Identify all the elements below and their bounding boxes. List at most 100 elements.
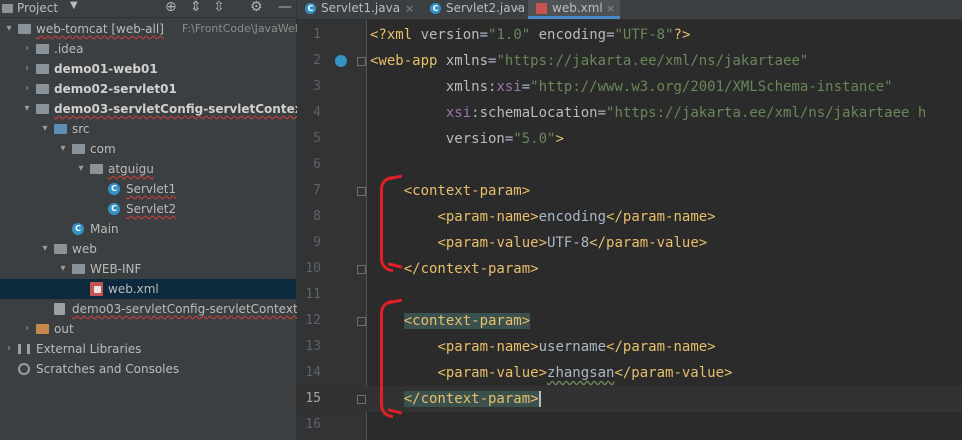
chevron-right-icon[interactable]: ›: [4, 339, 14, 359]
package-icon: [72, 144, 85, 154]
code-line: </context-param>: [370, 386, 541, 412]
text-caret: [538, 391, 541, 407]
line-number: 15: [305, 391, 321, 406]
tree-item-atguigu[interactable]: ▾ atguigu: [0, 159, 296, 179]
code-token: <?xml: [370, 27, 421, 43]
hide-panel-icon[interactable]: —: [278, 0, 292, 15]
tree-item-demo03-servletconfig-servletcontext[interactable]: ▾ demo03-servletConfig-servletContext: [0, 99, 308, 119]
tab-label: Servlet1.java: [321, 1, 401, 15]
code-token: zhangsan: [547, 365, 615, 381]
project-panel-title[interactable]: Project: [17, 1, 58, 15]
gear-icon[interactable]: ⚙: [250, 0, 263, 15]
chevron-down-icon[interactable]: ▾: [22, 99, 32, 119]
close-tab-icon[interactable]: ×: [606, 0, 615, 17]
code-token: "https://jakarta.ee/xml/ns/jakartaee": [496, 53, 809, 69]
tree-item-label: demo02-servlet01: [54, 82, 177, 96]
tree-item-external-libraries[interactable]: › External Libraries: [0, 339, 296, 359]
chevron-right-icon[interactable]: ›: [22, 59, 32, 79]
code-token: UTF-8: [547, 235, 590, 251]
output-folder-icon: [36, 324, 49, 334]
tree-item-out[interactable]: › out: [0, 319, 296, 339]
chevron-down-icon[interactable]: ▾: [40, 119, 50, 139]
view-dropdown-icon[interactable]: ▼: [70, 0, 78, 11]
tree-item-label: atguigu: [108, 162, 154, 176]
chevron-down-icon[interactable]: ▾: [40, 239, 50, 259]
tree-item-idea[interactable]: › .idea: [0, 39, 296, 59]
tab-servlet1-java[interactable]: C Servlet1.java ×: [297, 0, 422, 19]
web-folder-icon: [54, 244, 67, 254]
java-class-icon: C: [72, 223, 84, 235]
tree-item-web[interactable]: ▾ web: [0, 239, 296, 259]
code-token: </param-name>: [606, 339, 716, 355]
tab-servlet2-java[interactable]: C Servlet2.java ×: [422, 0, 528, 19]
chevron-down-icon[interactable]: ▾: [58, 139, 68, 159]
chevron-down-icon[interactable]: ▾: [76, 159, 86, 179]
tree-item-web-tomcat-web-all[interactable]: ▾ web-tomcat [web-all] F:\FrontCode\JavaWe…: [0, 19, 328, 39]
tree-item-demo03-servletconfig-servletcontext-iml[interactable]: demo03-servletConfig-servletContext.iml: [0, 299, 320, 319]
tree-item-servlet2[interactable]: C Servlet2: [0, 199, 296, 219]
fold-marker-icon[interactable]: [357, 187, 366, 196]
code-token: =: [521, 79, 531, 95]
chevron-right-icon[interactable]: ›: [22, 39, 32, 59]
code-token: >: [555, 131, 564, 147]
web-app-gutter-icon[interactable]: [335, 55, 347, 67]
code-line: <param-name>encoding</param-name>: [370, 204, 716, 230]
folder-icon: [72, 264, 85, 274]
code-token: xsi: [496, 79, 522, 95]
code-line: <param-name>username</param-name>: [370, 334, 716, 360]
code-token: <param-value>: [437, 365, 548, 381]
tree-item-servlet1[interactable]: C Servlet1: [0, 179, 296, 199]
java-class-icon: C: [108, 183, 120, 195]
chevron-down-icon[interactable]: ▾: [4, 19, 14, 39]
code-token: "5.0": [513, 131, 556, 147]
code-line: xmlns:xsi="http://www.w3.org/2001/XMLSch…: [370, 74, 893, 100]
tree-item-demo02-servlet01[interactable]: › demo02-servlet01: [0, 79, 296, 99]
line-number: 5: [313, 131, 321, 146]
code-line: <context-param>: [370, 308, 531, 334]
line-number: 1: [313, 27, 321, 42]
close-tab-icon[interactable]: ×: [405, 0, 414, 17]
iml-file-icon: [54, 303, 65, 315]
tree-item-label: .idea: [54, 42, 84, 56]
tree-item-main[interactable]: C Main: [0, 219, 296, 239]
tree-item-web-inf[interactable]: ▾ WEB-INF: [0, 259, 296, 279]
project-panel-header: Project ▼ ⊕ ⇕ ⇳ ⚙ —: [0, 0, 296, 18]
module-icon: [18, 24, 31, 34]
tree-item-label: com: [90, 142, 116, 156]
close-tab-icon[interactable]: ×: [513, 0, 522, 17]
fold-marker-icon[interactable]: [357, 265, 366, 274]
tree-item-label: web: [72, 242, 97, 256]
tree-item-label: src: [72, 122, 90, 136]
line-number: 9: [313, 235, 321, 250]
fold-marker-icon[interactable]: [357, 57, 366, 66]
chevron-down-icon[interactable]: ▾: [58, 259, 68, 279]
collapse-all-icon[interactable]: ⇕: [190, 0, 202, 15]
tab-web-xml[interactable]: web.xml ×: [528, 0, 620, 19]
code-line: <web-app xmlns="https://jakarta.ee/xml/n…: [370, 48, 808, 74]
line-number: 12: [305, 313, 321, 328]
tree-item-web-xml[interactable]: web.xml: [0, 279, 296, 299]
scratches-icon: [18, 363, 30, 375]
tree-item-com[interactable]: ▾ com: [0, 139, 296, 159]
code-token: </param-name>: [606, 209, 716, 225]
tab-label: web.xml: [552, 1, 603, 15]
chevron-right-icon[interactable]: ›: [22, 79, 32, 99]
line-number: 6: [313, 157, 321, 172]
fold-marker-icon[interactable]: [357, 395, 366, 404]
code-token: <param-name>: [437, 209, 539, 225]
tree-item-scratches-and-consoles[interactable]: Scratches and Consoles: [0, 359, 296, 379]
gutter-separator: [366, 20, 367, 440]
folder-icon: [36, 84, 49, 94]
expand-all-icon[interactable]: ⇳: [213, 0, 225, 15]
locate-file-icon[interactable]: ⊕: [165, 0, 177, 15]
annotation-bracket-2: [380, 300, 393, 418]
tree-item-label: out: [54, 322, 74, 336]
tree-item-src[interactable]: ▾ src: [0, 119, 296, 139]
fold-marker-icon[interactable]: [357, 317, 366, 326]
xml-file-icon: [536, 3, 547, 14]
tree-item-demo01-web01[interactable]: › demo01-web01: [0, 59, 296, 79]
chevron-right-icon[interactable]: ›: [22, 319, 32, 339]
tree-item-label: demo03-servletConfig-servletContext.iml: [72, 302, 320, 316]
